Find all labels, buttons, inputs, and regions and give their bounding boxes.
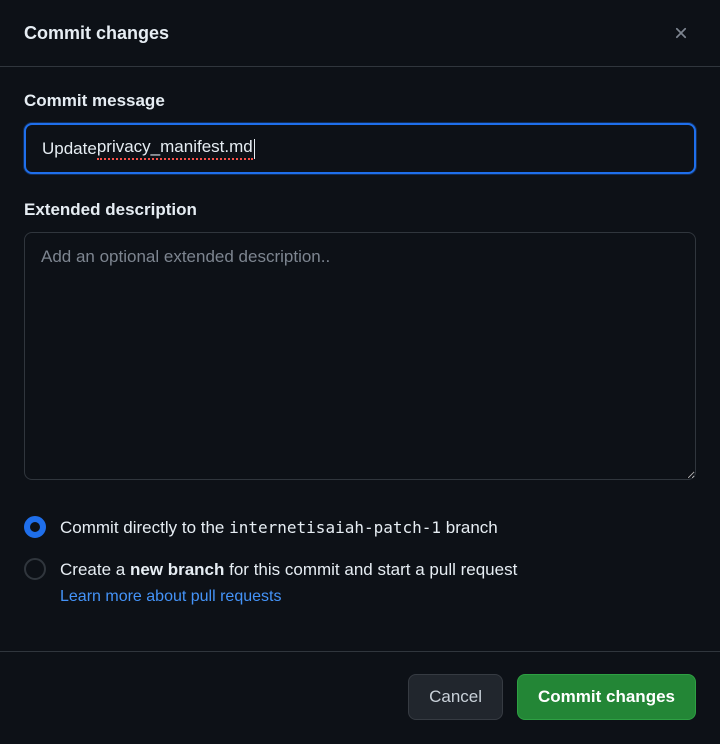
radio-direct-suffix: branch [441,518,498,537]
dialog-title: Commit changes [24,23,169,44]
commit-message-text-prefix: Update [42,139,97,159]
extended-description-label: Extended description [24,200,696,220]
close-button[interactable] [666,18,696,48]
radio-input-selected[interactable] [24,516,46,538]
branch-name: internetisaiah-patch-1 [229,518,441,537]
text-caret [254,139,255,159]
new-branch-text-a: Create a [60,560,130,579]
new-branch-text-b: for this commit and start a pull request [224,560,517,579]
commit-message-text-filename: privacy_manifest.md [97,137,253,160]
commit-changes-dialog: Commit changes Commit message Update pri… [0,0,720,744]
commit-message-label: Commit message [24,91,696,111]
commit-changes-button[interactable]: Commit changes [517,674,696,720]
dialog-footer: Cancel Commit changes [0,651,720,744]
cancel-button[interactable]: Cancel [408,674,503,720]
close-icon [672,24,690,42]
dialog-body: Commit message Update privacy_manifest.m… [0,67,720,651]
radio-input-unselected[interactable] [24,558,46,580]
radio-direct-prefix: Commit directly to the [60,518,229,537]
radio-new-branch-label: Create a new branch for this commit and … [60,557,517,583]
branch-radio-group: Commit directly to the internetisaiah-pa… [24,515,696,606]
learn-more-link[interactable]: Learn more about pull requests [60,588,281,606]
new-branch-bold: new branch [130,560,224,579]
extended-description-textarea[interactable] [24,232,696,480]
commit-message-input[interactable]: Update privacy_manifest.md [24,123,696,174]
radio-commit-direct-label: Commit directly to the internetisaiah-pa… [60,515,498,541]
dialog-header: Commit changes [0,0,720,67]
radio-commit-direct[interactable]: Commit directly to the internetisaiah-pa… [24,515,696,541]
radio-new-branch[interactable]: Create a new branch for this commit and … [24,557,696,583]
